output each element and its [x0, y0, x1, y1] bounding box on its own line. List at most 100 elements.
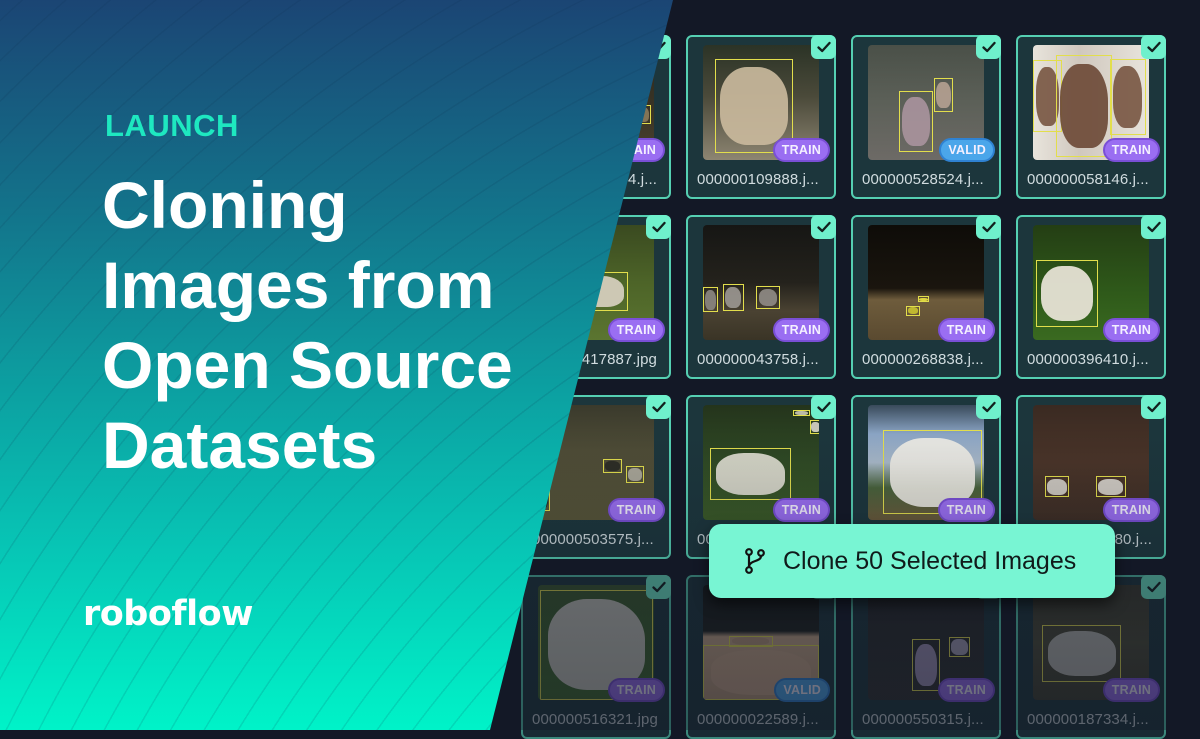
- annotation-bounding-box: [626, 465, 644, 484]
- selected-checkbox[interactable]: [811, 395, 836, 419]
- image-filename: 000000396410.j...: [1027, 351, 1149, 368]
- image-card[interactable]: VALID 000000022589.j...: [686, 575, 836, 739]
- sheep-shape: [604, 460, 620, 471]
- split-badge: TRAIN: [937, 678, 995, 702]
- sheep-shape: [919, 297, 928, 301]
- checkmark-icon: [1146, 581, 1161, 593]
- selected-checkbox[interactable]: [1141, 215, 1166, 239]
- image-filename: 80.j...: [1114, 531, 1152, 548]
- sheep-shape: [732, 637, 770, 646]
- selected-checkbox[interactable]: [811, 35, 836, 59]
- checkmark-icon: [981, 221, 996, 233]
- annotation-bounding-box: [949, 636, 971, 658]
- split-badge: TRAIN: [1102, 678, 1160, 702]
- annotation-bounding-box: [917, 296, 930, 303]
- split-badge: VALID: [774, 678, 830, 702]
- hero-title-line: Open Source: [102, 328, 513, 402]
- checkmark-icon: [981, 401, 996, 413]
- image-filename: 000000503575.j...: [532, 531, 654, 548]
- sheep-shape: [1112, 65, 1143, 128]
- image-card[interactable]: TRAIN 000000516321.jpg: [521, 575, 671, 739]
- clone-button-label: Clone 50 Selected Images: [783, 546, 1077, 575]
- launch-eyebrow: LAUNCH: [105, 108, 239, 143]
- image-filename: 000000043758.j...: [697, 351, 819, 368]
- annotation-bounding-box: [934, 78, 953, 112]
- sheep-shape: [1060, 64, 1108, 148]
- annotation-bounding-box: [906, 305, 921, 316]
- split-badge: TRAIN: [937, 318, 995, 342]
- selected-checkbox[interactable]: [811, 215, 836, 239]
- image-filename: 000000058146.j...: [1027, 171, 1149, 188]
- image-card[interactable]: TRAIN 000000043758.j...: [686, 215, 836, 379]
- selected-checkbox[interactable]: [1141, 575, 1166, 599]
- selected-checkbox[interactable]: [1141, 35, 1166, 59]
- clone-selected-images-button[interactable]: Clone 50 Selected Images: [709, 524, 1115, 598]
- hero-title-line: Cloning: [102, 168, 348, 242]
- image-card[interactable]: TRAIN 000000058146.j...: [1016, 35, 1166, 199]
- image-card[interactable]: TRAIN 000000268838.j...: [851, 215, 1001, 379]
- selected-checkbox[interactable]: [1141, 395, 1166, 419]
- selected-checkbox[interactable]: [976, 395, 1001, 419]
- annotation-bounding-box: [602, 459, 622, 473]
- annotation-bounding-box: [793, 409, 810, 417]
- sheep-shape: [628, 468, 642, 481]
- hero-title-line: Datasets: [102, 408, 378, 482]
- roboflow-logo: roboflow: [83, 594, 254, 634]
- annotation-bounding-box: [809, 419, 819, 434]
- checkmark-icon: [1146, 221, 1161, 233]
- sheep-shape: [1098, 478, 1124, 495]
- image-filename: 000000109888.j...: [697, 171, 819, 188]
- checkmark-icon: [816, 221, 831, 233]
- checkmark-icon: [816, 401, 831, 413]
- checkmark-icon: [651, 221, 666, 233]
- annotation-bounding-box: [1109, 58, 1146, 135]
- sheep-shape: [951, 639, 968, 655]
- split-badge: TRAIN: [772, 318, 830, 342]
- sheep-shape: [758, 288, 778, 307]
- checkmark-icon: [981, 41, 996, 53]
- image-filename: 000000550315.j...: [862, 711, 984, 728]
- sheep-shape: [936, 81, 951, 109]
- selected-checkbox[interactable]: [646, 575, 671, 599]
- split-badge: VALID: [939, 138, 995, 162]
- image-card[interactable]: VALID 000000528524.j...: [851, 35, 1001, 199]
- sheep-shape: [724, 286, 742, 309]
- annotation-bounding-box: [703, 287, 719, 313]
- split-badge: TRAIN: [607, 678, 665, 702]
- selected-checkbox[interactable]: [646, 215, 671, 239]
- image-card[interactable]: TRAIN 000000109888.j...: [686, 35, 836, 199]
- hero-title: Cloning Images from Open Source Datasets: [102, 165, 513, 485]
- split-badge: TRAIN: [937, 498, 995, 522]
- annotation-bounding-box: [1042, 625, 1122, 682]
- sheep-shape: [547, 599, 646, 691]
- sheep-shape: [889, 437, 975, 507]
- image-card[interactable]: TRAIN 000000187334.j...: [1016, 575, 1166, 739]
- selected-checkbox[interactable]: [976, 35, 1001, 59]
- split-badge: TRAIN: [607, 498, 665, 522]
- sheep-shape: [914, 644, 938, 686]
- annotation-bounding-box: [1056, 55, 1112, 157]
- git-branch-icon: [743, 547, 767, 575]
- sheep-shape: [907, 307, 919, 315]
- sheep-shape: [1041, 265, 1094, 322]
- sheep-shape: [1047, 630, 1116, 677]
- checkmark-icon: [651, 581, 666, 593]
- selected-checkbox[interactable]: [976, 215, 1001, 239]
- checkmark-icon: [651, 401, 666, 413]
- image-card[interactable]: TRAIN 000000396410.j...: [1016, 215, 1166, 379]
- checkmark-icon: [816, 41, 831, 53]
- sheep-shape: [720, 67, 788, 145]
- annotation-bounding-box: [912, 639, 940, 691]
- selected-checkbox[interactable]: [646, 395, 671, 419]
- hero-title-line: Images from: [102, 248, 495, 322]
- image-filename: 4.j...: [628, 171, 657, 188]
- annotation-bounding-box: [899, 91, 933, 152]
- checkmark-icon: [1146, 41, 1161, 53]
- image-card[interactable]: TRAIN 000000550315.j...: [851, 575, 1001, 739]
- sheep-shape: [902, 96, 931, 147]
- annotation-bounding-box: [1036, 259, 1098, 328]
- annotation-bounding-box: [1095, 476, 1126, 497]
- image-filename: 000000516321.jpg: [532, 711, 658, 728]
- split-badge: TRAIN: [1102, 318, 1160, 342]
- split-badge: TRAIN: [1102, 138, 1160, 162]
